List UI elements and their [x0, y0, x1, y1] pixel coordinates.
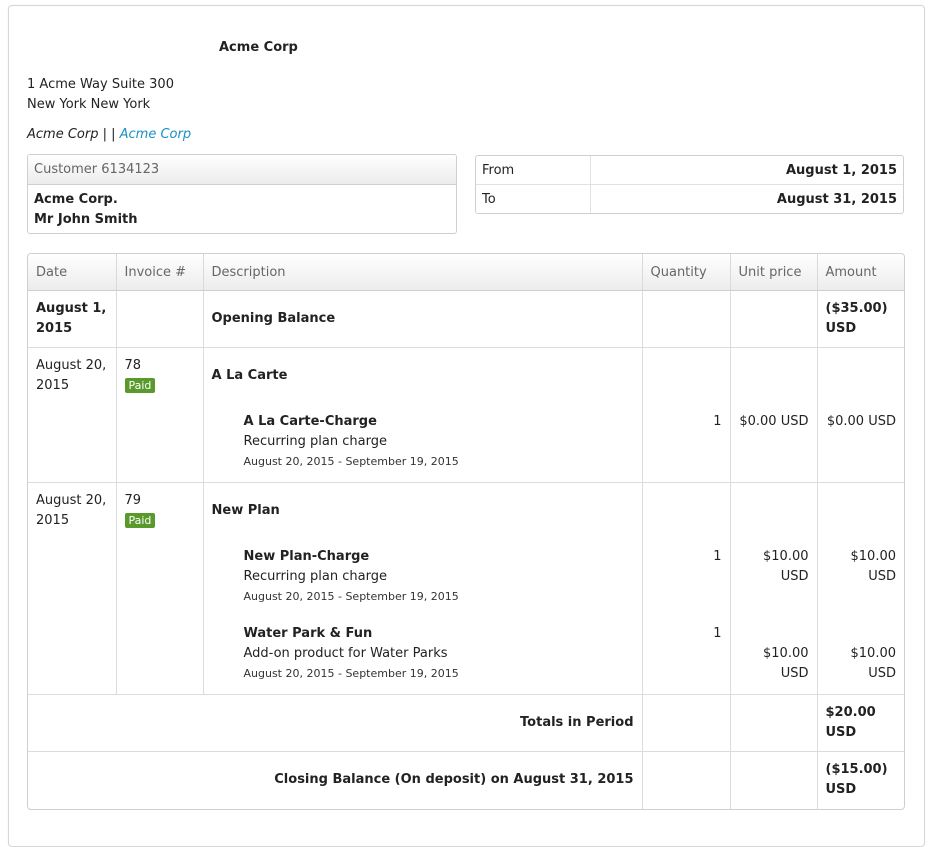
link-separator: | | [98, 127, 120, 142]
customer-contact: Mr John Smith [34, 212, 138, 227]
header-description: Description [203, 254, 643, 291]
opening-date: August 1, 2015 [28, 290, 117, 348]
item-description: Recurring plan charge [243, 569, 387, 584]
item-description: Recurring plan charge [243, 434, 387, 449]
to-value: August 31, 2015 [776, 191, 897, 207]
from-value: August 1, 2015 [591, 156, 903, 185]
item-title: Water Park & Fun [243, 626, 373, 641]
totals-row: Totals in Period $20.00 USD [28, 694, 904, 752]
company-website-link[interactable]: Acme Corp [120, 127, 191, 142]
statement-period: From August 1, 2015 To August 31, 2015 [475, 155, 904, 214]
statement-table: Date Invoice # Description Quantity Unit… [27, 253, 905, 810]
invoice-number[interactable]: 78 [125, 356, 195, 376]
header-invoice: Invoice # [116, 254, 204, 291]
company-links: Acme Corp | | Acme Corp [27, 127, 191, 142]
line-item: Water Park & Fun Add-on product for Wate… [212, 624, 634, 686]
address-line-1: 1 Acme Way Suite 300 [27, 77, 174, 92]
customer-box: Customer 6134123 Acme Corp. Mr John Smit… [27, 154, 457, 234]
item-amount: $10.00 USD [850, 646, 897, 681]
item-description: Add-on product for Water Parks [243, 646, 448, 661]
plan-name: A La Carte [211, 368, 288, 383]
closing-label: Closing Balance (On deposit) on August 3… [28, 751, 643, 809]
status-badge: Paid [124, 378, 156, 393]
line-item: New Plan-Charge Recurring plan charge Au… [212, 547, 634, 607]
header-amount: Amount [817, 254, 904, 291]
address-line-2: New York New York [27, 97, 151, 112]
header-unit-price: Unit price [730, 254, 818, 291]
item-dates: August 20, 2015 - September 19, 2015 [243, 667, 459, 680]
invoice-date: August 20, 2015 [28, 482, 117, 695]
item-amount: $10.00 USD [850, 549, 897, 584]
company-link-prefix: Acme Corp [27, 127, 99, 142]
from-label: From [476, 156, 591, 185]
plan-name: New Plan [211, 503, 280, 518]
item-dates: August 20, 2015 - September 19, 2015 [243, 590, 459, 603]
item-unit-price: $0.00 USD [739, 414, 809, 429]
status-badge: Paid [124, 513, 156, 528]
item-unit-price: $10.00 USD [763, 646, 809, 681]
invoice-row: August 20, 2015 78 Paid A La Carte A La … [28, 347, 904, 483]
header-date: Date [28, 254, 117, 291]
invoice-number[interactable]: 79 [125, 491, 195, 511]
item-quantity: 1 [713, 626, 722, 641]
totals-amount: $20.00 USD [817, 694, 904, 752]
to-label: To [476, 185, 591, 213]
opening-label: Opening Balance [203, 290, 643, 348]
closing-balance-row: Closing Balance (On deposit) on August 3… [28, 751, 904, 809]
line-item: A La Carte-Charge Recurring plan charge … [212, 412, 634, 474]
company-name: Acme Corp [219, 40, 298, 55]
item-dates: August 20, 2015 - September 19, 2015 [243, 455, 459, 468]
item-title: New Plan-Charge [243, 549, 370, 564]
totals-label: Totals in Period [28, 694, 643, 752]
customer-number: Customer 6134123 [28, 155, 456, 185]
item-unit-price: $10.00 USD [763, 549, 809, 584]
item-title: A La Carte-Charge [243, 414, 377, 429]
opening-balance-row: August 1, 2015 Opening Balance ($35.00) … [28, 290, 904, 348]
invoice-date: August 20, 2015 [28, 347, 117, 483]
item-quantity: 1 [713, 414, 722, 429]
customer-company: Acme Corp. [34, 192, 118, 207]
closing-amount: ($15.00) USD [817, 751, 904, 809]
invoice-row: August 20, 2015 79 Paid New Plan New Pla… [28, 482, 904, 695]
item-amount: $0.00 USD [826, 414, 896, 429]
header-quantity: Quantity [642, 254, 731, 291]
item-quantity: 1 [713, 549, 722, 564]
opening-amount: ($35.00) USD [825, 301, 888, 336]
